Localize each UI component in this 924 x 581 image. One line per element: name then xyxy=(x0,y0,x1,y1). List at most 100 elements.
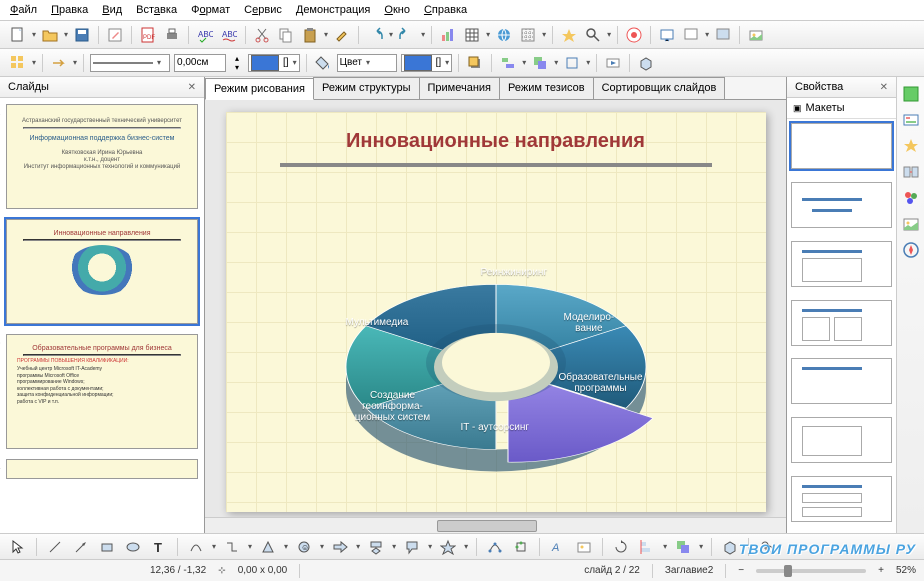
paste-button[interactable] xyxy=(300,25,320,45)
slide-thumb-2[interactable]: 2 Инновационные направления xyxy=(6,219,198,324)
slide-button[interactable] xyxy=(681,25,701,45)
save-button[interactable] xyxy=(72,25,92,45)
fill-type-combo[interactable]: Цвет▾ xyxy=(337,54,397,72)
rotate-tool[interactable] xyxy=(611,537,631,557)
gallery-button[interactable] xyxy=(746,25,766,45)
interaction-tool[interactable] xyxy=(757,537,777,557)
presentation-button[interactable] xyxy=(657,25,677,45)
menu-view[interactable]: Вид xyxy=(102,4,122,16)
symbol-shapes-tool[interactable]: ☺ xyxy=(294,537,314,557)
close-icon[interactable]: ✕ xyxy=(188,82,196,93)
chart-button[interactable] xyxy=(438,25,458,45)
properties-icon[interactable] xyxy=(902,85,920,103)
align-objects-tool[interactable] xyxy=(637,537,657,557)
position-button[interactable] xyxy=(562,53,582,73)
slide-transition-icon[interactable] xyxy=(902,163,920,181)
fontwork-tool[interactable]: A xyxy=(548,537,568,557)
cut-button[interactable] xyxy=(252,25,272,45)
spinner-up[interactable]: ▴▾ xyxy=(230,53,244,73)
arrange-button[interactable] xyxy=(530,53,550,73)
arrow-style-button[interactable] xyxy=(49,53,69,73)
callout-tool[interactable] xyxy=(402,537,422,557)
grid-toggle[interactable] xyxy=(8,53,28,73)
menu-insert[interactable]: Вставка xyxy=(136,4,177,16)
connector-tool[interactable] xyxy=(222,537,242,557)
slide-thumb-3[interactable]: 3 Образовательные программы для бизнеса … xyxy=(6,334,198,449)
dropdown-icon[interactable]: ▾ xyxy=(32,30,36,39)
menu-format[interactable]: Формат xyxy=(191,4,230,16)
menu-help[interactable]: Справка xyxy=(424,4,467,16)
fill-bucket-icon[interactable] xyxy=(313,53,333,73)
slide-canvas[interactable]: Инновационные направления xyxy=(226,112,766,512)
layout-title-only[interactable] xyxy=(791,358,892,404)
hyperlink-button[interactable] xyxy=(494,25,514,45)
text-tool[interactable]: T xyxy=(149,537,169,557)
flowchart-tool[interactable] xyxy=(366,537,386,557)
horizontal-scrollbar[interactable] xyxy=(205,517,786,533)
tab-outline[interactable]: Режим структуры xyxy=(313,77,420,99)
arrow-tool[interactable] xyxy=(71,537,91,557)
block-arrows-tool[interactable] xyxy=(330,537,350,557)
format-paintbrush-button[interactable] xyxy=(332,25,352,45)
menu-tools[interactable]: Сервис xyxy=(244,4,282,16)
slide-thumb-1[interactable]: 1 Астраханский государственный техническ… xyxy=(6,104,198,209)
zoom-out-icon[interactable]: − xyxy=(738,565,744,576)
close-icon[interactable]: ✕ xyxy=(880,82,888,93)
canvas-scroll[interactable]: Инновационные направления xyxy=(205,100,786,517)
gluepoints-tool[interactable] xyxy=(511,537,531,557)
new-doc-button[interactable] xyxy=(8,25,28,45)
slide-thumb-4[interactable]: 4 xyxy=(6,459,198,479)
layout-more[interactable] xyxy=(791,476,892,522)
shadow-button[interactable] xyxy=(465,53,485,73)
copy-button[interactable] xyxy=(276,25,296,45)
menu-window[interactable]: Окно xyxy=(384,4,410,16)
tab-handout[interactable]: Режим тезисов xyxy=(499,77,594,99)
slides-list[interactable]: 1 Астраханский государственный техническ… xyxy=(0,98,204,533)
arrange-tool[interactable] xyxy=(673,537,693,557)
export-pdf-button[interactable]: PDF xyxy=(138,25,158,45)
slide-design-button[interactable] xyxy=(713,25,733,45)
print-button[interactable] xyxy=(162,25,182,45)
layouts-header[interactable]: ▣Макеты xyxy=(787,98,896,119)
zoom-button[interactable] xyxy=(583,25,603,45)
menu-file[interactable]: Файл xyxy=(10,4,37,16)
layout-blank[interactable] xyxy=(791,123,892,169)
align-button[interactable] xyxy=(498,53,518,73)
autospell-button[interactable]: ABC xyxy=(219,25,239,45)
curve-tool[interactable] xyxy=(186,537,206,557)
line-style-combo[interactable]: ▾ xyxy=(90,54,170,72)
undo-button[interactable] xyxy=(365,25,385,45)
layout-two-content[interactable] xyxy=(791,300,892,346)
grid-button[interactable] xyxy=(518,25,538,45)
tab-sorter[interactable]: Сортировщик слайдов xyxy=(593,77,726,99)
line-tool[interactable] xyxy=(45,537,65,557)
select-tool[interactable] xyxy=(8,537,28,557)
master-pages-icon[interactable] xyxy=(902,111,920,129)
navigator-button[interactable] xyxy=(559,25,579,45)
extrude-button[interactable] xyxy=(636,53,656,73)
tab-drawing[interactable]: Режим рисования xyxy=(205,78,314,100)
line-width-input[interactable] xyxy=(174,54,226,72)
stars-tool[interactable] xyxy=(438,537,458,557)
help-button[interactable] xyxy=(624,25,644,45)
rect-tool[interactable] xyxy=(97,537,117,557)
extrusion-tool[interactable] xyxy=(720,537,740,557)
edit-doc-button[interactable] xyxy=(105,25,125,45)
open-button[interactable] xyxy=(40,25,60,45)
line-color-combo[interactable]: [] ▾ xyxy=(248,54,300,72)
menu-slideshow[interactable]: Демонстрация xyxy=(296,4,371,16)
zoom-slider[interactable] xyxy=(756,569,866,573)
ellipse-tool[interactable] xyxy=(123,537,143,557)
table-button[interactable] xyxy=(462,25,482,45)
tab-notes[interactable]: Примечания xyxy=(419,77,501,99)
layout-object[interactable] xyxy=(791,417,892,463)
menu-edit[interactable]: Правка xyxy=(51,4,88,16)
navigator-icon[interactable] xyxy=(902,241,920,259)
custom-animation-icon[interactable] xyxy=(902,137,920,155)
spellcheck-button[interactable]: ABC xyxy=(195,25,215,45)
basic-shapes-tool[interactable] xyxy=(258,537,278,557)
fill-color-combo[interactable]: [] ▾ xyxy=(401,54,453,72)
styles-icon[interactable] xyxy=(902,189,920,207)
layout-content[interactable] xyxy=(791,241,892,287)
points-tool[interactable] xyxy=(485,537,505,557)
